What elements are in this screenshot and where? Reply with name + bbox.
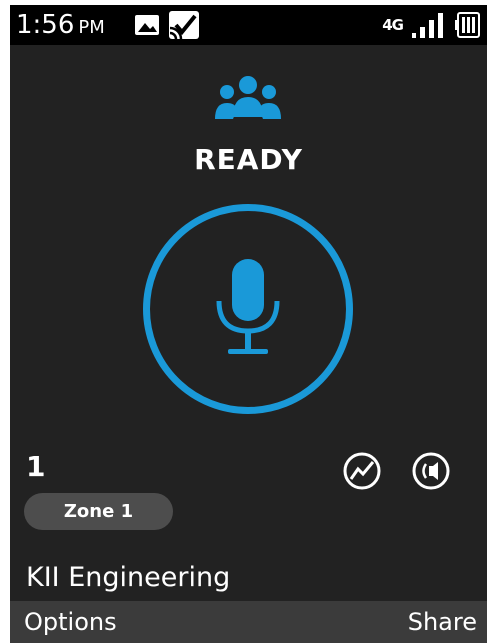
options-softkey[interactable]: Options: [24, 601, 117, 643]
share-softkey[interactable]: Share: [408, 601, 477, 643]
softkey-bar: Options Share: [10, 601, 487, 643]
microphone-icon[interactable]: [214, 259, 282, 357]
activity-graph-icon[interactable]: [342, 451, 382, 491]
image-icon: [135, 15, 159, 35]
app-screen: 1:56 PM 4G READY 1 Zone 1 KII Engineerin…: [10, 5, 487, 643]
speaker-icon[interactable]: [411, 451, 451, 491]
status-time: 1:56 PM: [16, 10, 105, 43]
battery-icon: [455, 12, 480, 38]
network-type-label: 4G: [382, 16, 404, 34]
status-icons-right: 4G: [382, 9, 481, 41]
status-time-ampm: PM: [78, 17, 105, 38]
talkgroup-name: KII Engineering: [26, 562, 231, 593]
status-time-value: 1:56: [16, 10, 75, 40]
status-bar: 1:56 PM 4G: [10, 5, 487, 45]
status-icons-left: [134, 9, 202, 41]
group-icon: [215, 76, 281, 119]
zone-badge[interactable]: Zone 1: [24, 493, 173, 530]
cast-check-icon: [169, 11, 199, 40]
channel-number: 1: [26, 450, 46, 483]
signal-icon: [412, 13, 443, 38]
ptt-status-text: READY: [194, 143, 303, 176]
